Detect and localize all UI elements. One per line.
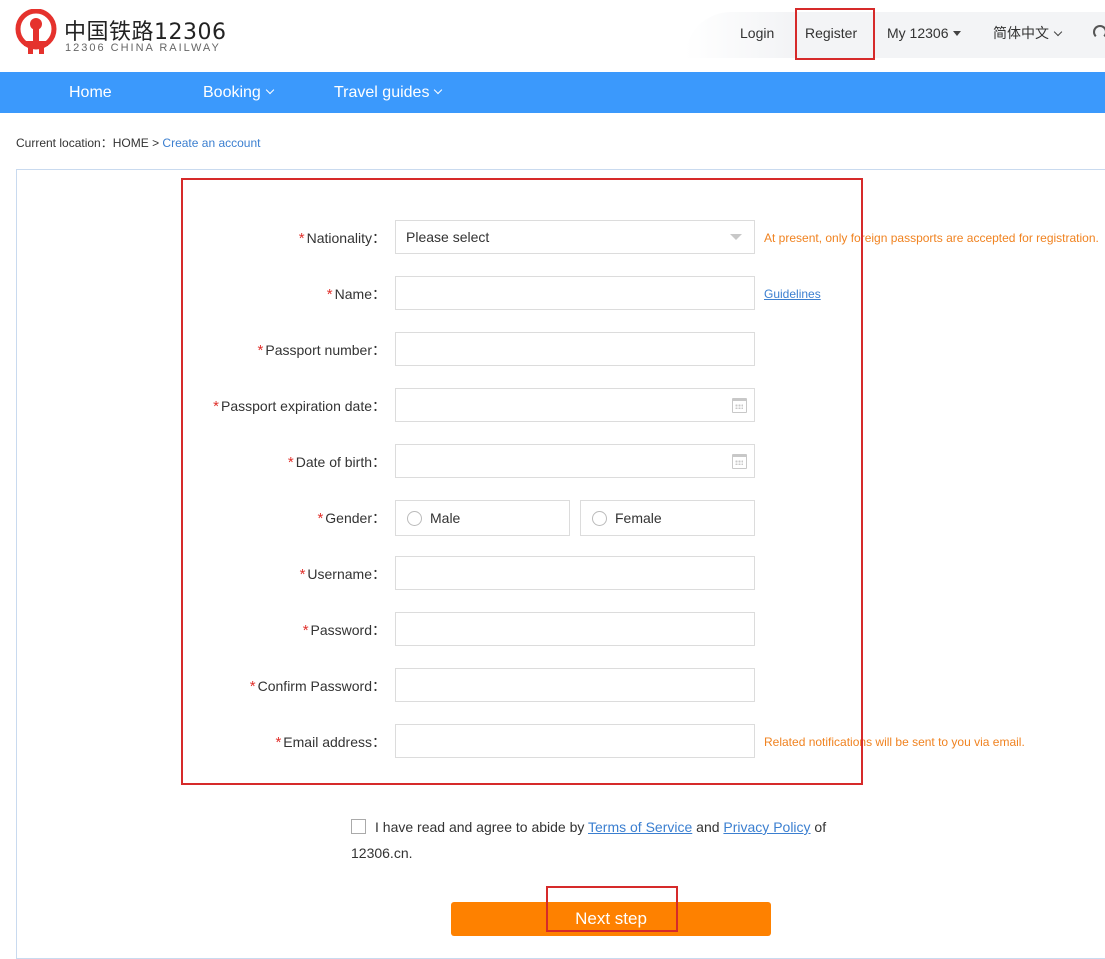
my-12306-menu[interactable]: My 12306 <box>887 22 962 44</box>
main-nav: Home Booking Travel guides <box>0 72 1105 113</box>
china-railway-logo-icon[interactable] <box>14 9 58 57</box>
nav-travel-guides[interactable]: Travel guides <box>334 72 443 113</box>
caret-down-icon <box>953 30 962 36</box>
chevron-down-icon <box>1053 27 1063 37</box>
language-selector[interactable]: 简体中文 <box>993 22 1063 44</box>
next-step-highlight-box <box>546 886 678 932</box>
chevron-down-icon <box>434 86 443 95</box>
my-12306-label: My 12306 <box>887 25 949 41</box>
nav-guides-label: Travel guides <box>334 84 430 101</box>
form-highlight-box <box>181 178 863 785</box>
chevron-down-icon <box>265 86 275 95</box>
breadcrumb: Current location：HOME > Create an accoun… <box>16 134 260 151</box>
breadcrumb-separator: > <box>152 136 160 150</box>
breadcrumb-current[interactable]: Create an account <box>162 136 260 150</box>
privacy-policy-link[interactable]: Privacy Policy <box>723 819 810 835</box>
nav-home[interactable]: Home <box>69 72 112 113</box>
nav-booking-label: Booking <box>203 84 261 101</box>
headset-icon[interactable] <box>1093 25 1105 39</box>
register-highlight-box <box>795 8 875 60</box>
breadcrumb-prefix: Current location： <box>16 136 113 150</box>
agree-checkbox[interactable] <box>351 819 366 835</box>
login-link[interactable]: Login <box>740 22 774 44</box>
agreement-and: and <box>692 819 724 835</box>
nav-booking[interactable]: Booking <box>203 72 275 113</box>
language-label: 简体中文 <box>993 25 1049 41</box>
site-header: 中国铁路12306 12306 CHINA RAILWAY Login Regi… <box>0 0 1105 72</box>
terms-of-service-link[interactable]: Terms of Service <box>588 819 692 835</box>
logo-text-en: 12306 CHINA RAILWAY <box>65 42 221 54</box>
agreement-text-1: I have read and agree to abide by <box>375 819 589 835</box>
breadcrumb-home[interactable]: HOME <box>113 136 149 150</box>
agreement-text: I have read and agree to abide by Terms … <box>351 814 851 866</box>
